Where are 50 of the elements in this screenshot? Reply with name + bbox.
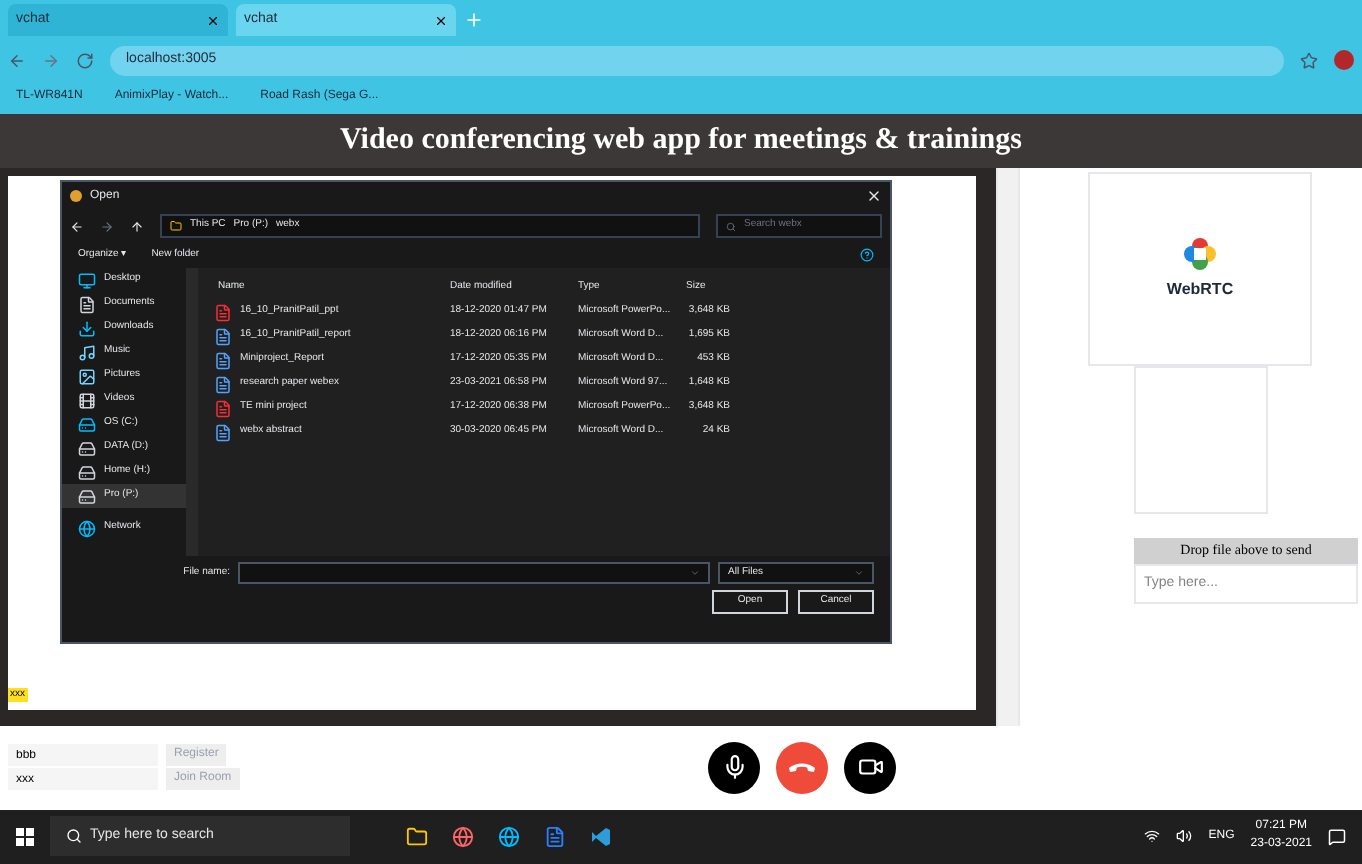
drive-icon (78, 463, 96, 481)
music-icon (78, 343, 96, 361)
folder-icon (170, 220, 182, 232)
hang-up-button[interactable] (776, 741, 828, 794)
document-file-icon (214, 375, 232, 393)
phone-icon (788, 761, 816, 774)
film-icon (78, 391, 96, 409)
document-file-icon (214, 423, 232, 441)
app-icon (70, 190, 82, 202)
camera-icon (857, 754, 883, 781)
close-icon[interactable] (434, 13, 448, 27)
browser-icon[interactable] (452, 825, 474, 848)
logo-text: WebRTC (1166, 277, 1234, 302)
drive-icon (78, 415, 96, 433)
slides-file-icon (214, 399, 232, 417)
microphone-icon (721, 754, 747, 781)
forward-icon[interactable] (100, 219, 114, 233)
page-title: Video conferencing web app for meetings & trainings (340, 122, 1022, 161)
avatar-icon[interactable] (1334, 50, 1354, 70)
search-icon (726, 221, 736, 231)
speaker-icon (1176, 828, 1193, 845)
document-file-icon (214, 351, 232, 369)
drive-icon (78, 439, 96, 457)
drive-icon (78, 487, 96, 505)
document-icon[interactable] (544, 825, 566, 848)
folder-icon[interactable] (406, 825, 428, 848)
wifi-icon (1144, 828, 1161, 845)
notification-icon[interactable] (1328, 827, 1346, 846)
reload-icon[interactable] (76, 51, 94, 69)
slides-file-icon (214, 303, 232, 321)
document-file-icon (214, 327, 232, 345)
search-icon (66, 828, 82, 845)
file-name-field[interactable] (238, 562, 710, 584)
back-icon[interactable] (70, 219, 84, 233)
download-icon (78, 319, 96, 337)
monitor-icon (78, 271, 96, 289)
mic-button[interactable] (708, 741, 760, 794)
document-icon (78, 295, 96, 313)
windows-start-icon[interactable] (16, 827, 34, 846)
star-icon[interactable] (1300, 51, 1318, 69)
close-icon[interactable] (206, 13, 220, 27)
globe-icon[interactable] (498, 825, 520, 848)
picture-icon (78, 367, 96, 385)
webrtc-logo-icon (1184, 237, 1216, 270)
camera-button[interactable] (844, 741, 896, 794)
chevron-down-icon (854, 568, 864, 578)
up-icon[interactable] (130, 219, 144, 233)
code-editor-icon[interactable] (590, 825, 612, 848)
network-icon (78, 519, 96, 537)
help-icon[interactable] (860, 248, 874, 262)
